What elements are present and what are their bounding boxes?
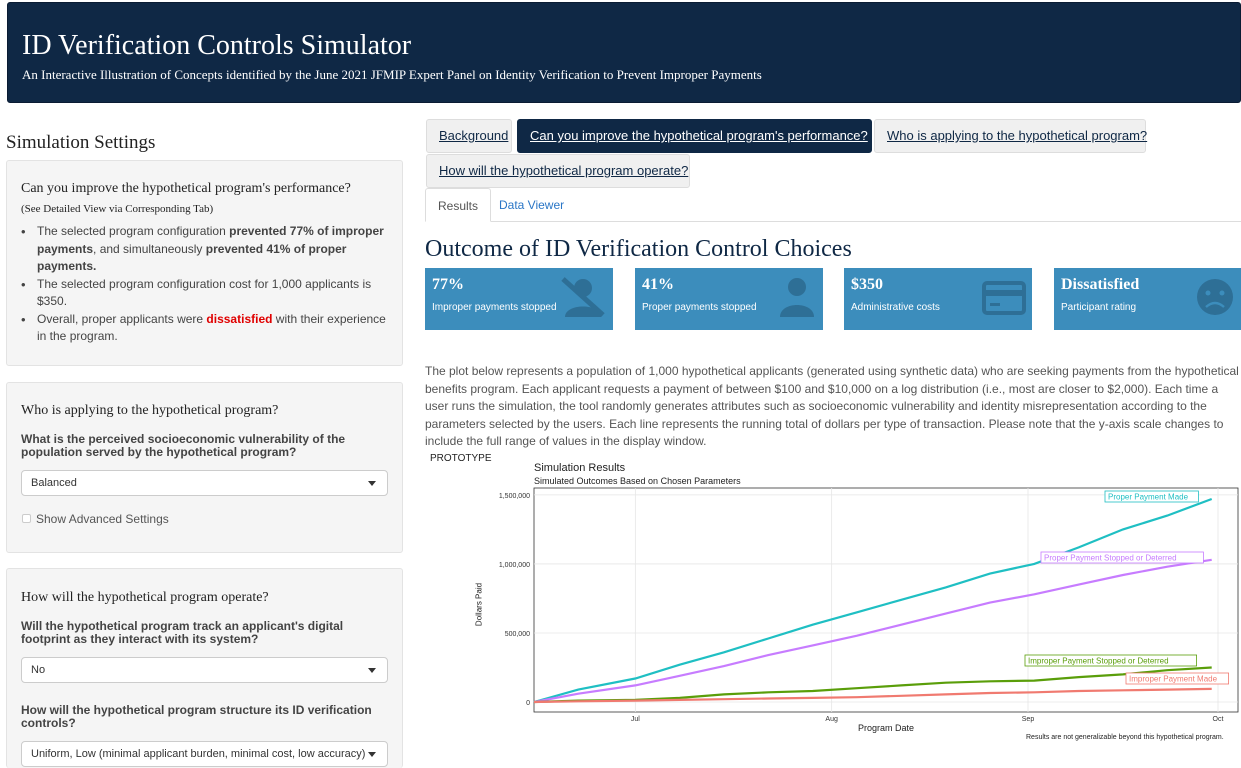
chart-subtitle: Simulated Outcomes Based on Chosen Param… <box>534 476 741 486</box>
tab-background[interactable]: Background <box>426 119 512 153</box>
controls-question: How will the hypothetical program struct… <box>21 703 372 730</box>
subtab-data-viewer[interactable]: Data Viewer <box>487 188 576 222</box>
prototype-label: PROTOTYPE <box>430 453 492 464</box>
x-tick-label: Oct <box>1213 716 1224 723</box>
value-box-participant-rating: Dissatisfied Participant rating <box>1054 268 1241 330</box>
user-icon <box>780 278 814 317</box>
value-box-label: Improper payments stopped <box>432 302 557 313</box>
credit-card-icon <box>982 281 1026 315</box>
advanced-settings-checkbox[interactable] <box>22 514 31 523</box>
footprint-question: Will the hypothetical program track an a… <box>21 619 344 646</box>
y-tick-label: 1,500,000 <box>499 493 530 500</box>
chevron-down-icon <box>368 668 376 673</box>
vulnerability-select[interactable]: Balanced <box>21 470 388 496</box>
y-tick-label: 0 <box>526 700 530 707</box>
performance-heading: Can you improve the hypothetical program… <box>21 181 351 196</box>
series-label: Improper Payment Made <box>1129 675 1218 684</box>
value-box-admin-costs: $350 Administrative costs <box>844 268 1032 330</box>
value-box-value: 77% <box>432 276 464 293</box>
tab-operate[interactable]: How will the hypothetical program operat… <box>426 154 690 188</box>
y-tick-label: 1,000,000 <box>499 562 530 569</box>
value-box-label: Proper payments stopped <box>642 302 757 313</box>
applying-panel: Who is applying to the hypothetical prog… <box>6 382 403 553</box>
value-box-label: Administrative costs <box>851 302 940 313</box>
x-tick-label: Sep <box>1022 716 1035 723</box>
chevron-down-icon <box>368 481 376 486</box>
value-box-label: Participant rating <box>1061 302 1137 313</box>
tab-applying[interactable]: Who is applying to the hypothetical prog… <box>874 119 1147 153</box>
bullet-cost: The selected program configuration cost … <box>7 276 391 311</box>
controls-select[interactable]: Uniform, Low (minimal applicant burden, … <box>21 741 388 767</box>
x-tick-label: Aug <box>825 716 838 723</box>
footprint-select[interactable]: No <box>21 657 388 683</box>
series-line <box>533 666 1212 704</box>
bottom-text-fragment <box>425 762 1241 768</box>
footprint-select-value: No <box>31 664 46 676</box>
value-box-proper-stopped: 41% Proper payments stopped <box>635 268 823 330</box>
series-label: Proper Payment Made <box>1108 493 1189 502</box>
tab-performance[interactable]: Can you improve the hypothetical program… <box>517 119 872 153</box>
y-tick-label: 500,000 <box>505 631 530 638</box>
user-slash-icon <box>561 277 605 317</box>
vulnerability-question: What is the perceived socioeconomic vuln… <box>21 432 346 459</box>
value-box-value: $350 <box>851 276 883 293</box>
dissatisfied-text: dissatisfied <box>206 311 273 326</box>
value-box-improper-stopped: 77% Improper payments stopped <box>425 268 613 330</box>
bullet-satisfaction: Overall, proper applicants were dissatis… <box>7 311 391 346</box>
chart-title: Simulation Results <box>534 462 626 474</box>
series-label: Improper Payment Stopped or Deterred <box>1028 657 1169 666</box>
app-title: ID Verification Controls Simulator <box>22 30 412 61</box>
controls-select-value: Uniform, Low (minimal applicant burden, … <box>31 748 366 760</box>
subtab-results[interactable]: Results <box>425 188 492 222</box>
operate-panel: How will the hypothetical program operat… <box>6 568 403 768</box>
applying-heading: Who is applying to the hypothetical prog… <box>21 403 279 418</box>
series-label-box <box>1104 490 1199 503</box>
value-box-value: 41% <box>642 276 674 293</box>
plot-area <box>533 487 1239 713</box>
series-label-box <box>1040 551 1204 564</box>
plot-description: The plot below represents a population o… <box>425 364 1239 449</box>
series-line <box>533 497 1213 704</box>
series-label-box <box>1125 672 1229 685</box>
bullet-text: , and simultaneously <box>93 241 206 256</box>
frown-icon <box>1197 279 1233 315</box>
series-label-box <box>1024 654 1198 667</box>
operate-heading: How will the hypothetical program operat… <box>21 590 269 605</box>
chart-caption: Results are not generalizable beyond thi… <box>1026 734 1224 741</box>
series-label: Proper Payment Stopped or Deterred <box>1044 554 1177 563</box>
simulation-settings-title: Simulation Settings <box>6 132 156 153</box>
x-tick-label: Jul <box>631 716 640 723</box>
app-header: ID Verification Controls Simulator An In… <box>7 2 1241 103</box>
outcome-title: Outcome of ID Verification Control Choic… <box>425 236 852 262</box>
bullet-prevented: The selected program configuration preve… <box>7 223 391 276</box>
bullet-text: Overall, proper applicants were <box>37 311 207 326</box>
y-axis-label: Dollars Paid <box>474 582 484 627</box>
series-line <box>533 558 1212 704</box>
bullet-text: The selected program configuration <box>37 224 230 238</box>
x-axis-label: Program Date <box>858 723 915 733</box>
vulnerability-select-value: Balanced <box>31 477 77 489</box>
performance-summary-panel: Can you improve the hypothetical program… <box>6 160 403 366</box>
value-box-value: Dissatisfied <box>1061 276 1140 293</box>
advanced-settings-label[interactable]: Show Advanced Settings <box>36 512 169 526</box>
performance-note: (See Detailed View via Corresponding Tab… <box>21 203 214 215</box>
series-line <box>533 687 1212 704</box>
chevron-down-icon <box>368 752 376 757</box>
app-subtitle: An Interactive Illustration of Concepts … <box>22 67 762 82</box>
performance-bullets: The selected program configuration preve… <box>7 223 391 346</box>
